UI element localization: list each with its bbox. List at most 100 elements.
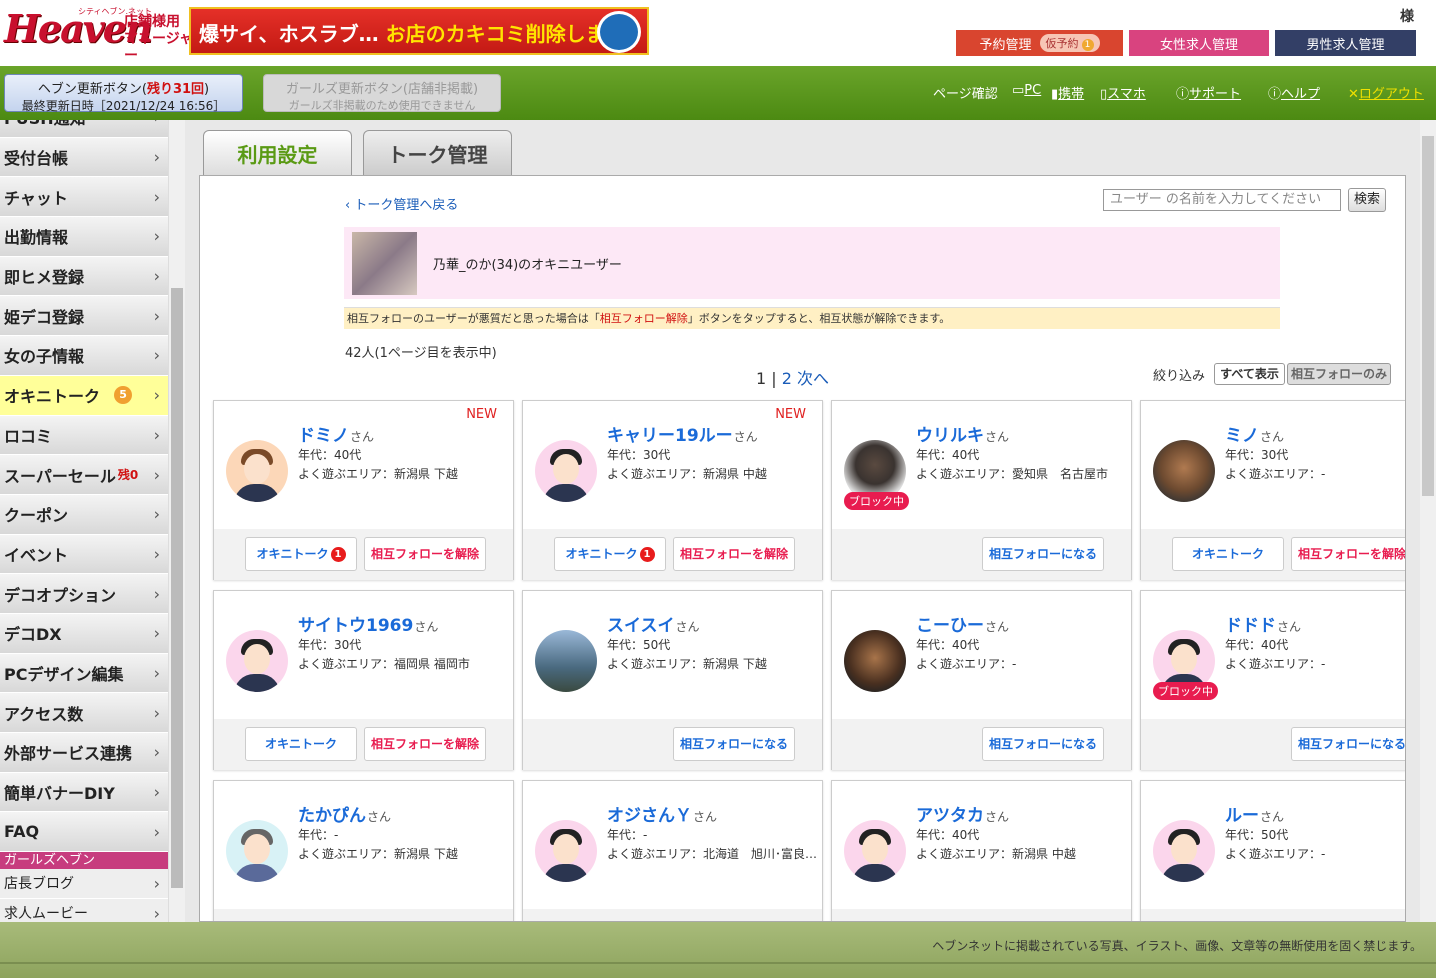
sidebar-item-push[interactable]: PUSH通知 › bbox=[0, 120, 168, 138]
sidebar-scroll-thumb[interactable] bbox=[171, 288, 183, 888]
sidebar-item-label: PUSH通知 bbox=[4, 120, 86, 129]
reservation-button[interactable]: 予約管理 仮予約 1 bbox=[956, 30, 1123, 56]
age-value: 40代 bbox=[952, 638, 980, 652]
chevron-right-icon: › bbox=[153, 425, 160, 445]
card-name[interactable]: ミノさん bbox=[1225, 421, 1284, 446]
card-name-text: こーひー bbox=[916, 616, 984, 636]
card-name[interactable]: スイスイさん bbox=[607, 611, 700, 636]
sidebar-item-access[interactable]: アクセス数 › bbox=[0, 693, 168, 733]
chevron-right-icon: › bbox=[153, 266, 160, 286]
remaining-count: 残り31回 bbox=[146, 82, 205, 97]
sidebar-scrollbar[interactable] bbox=[168, 120, 185, 922]
unfollow-button[interactable]: 相互フォローを解除 bbox=[1291, 537, 1405, 571]
ad-banner[interactable]: 爆サイ、ホスラブ… お店のカキコミ削除します! bbox=[189, 7, 649, 55]
card-area: よく遊ぶエリア：- bbox=[1225, 655, 1325, 672]
sidebar-item-bannerdiy[interactable]: 簡単バナーDIY › bbox=[0, 772, 168, 813]
follow-button[interactable]: 相互フォローになる bbox=[673, 727, 795, 761]
card-footer bbox=[1141, 909, 1405, 921]
nav-pc[interactable]: ▭PC bbox=[1012, 83, 1041, 98]
age-prefix: 年代： bbox=[607, 828, 644, 842]
nav-mobile-link[interactable]: 携帯 bbox=[1058, 87, 1084, 102]
sidebar-item-label: イベント bbox=[4, 545, 69, 565]
nav-logout[interactable]: ✕ログアウト bbox=[1348, 83, 1424, 102]
card-name[interactable]: キャリー19ルーさん bbox=[607, 421, 758, 446]
main-scrollbar[interactable] bbox=[1420, 120, 1436, 922]
nav-smartphone-link[interactable]: スマホ bbox=[1107, 87, 1146, 102]
unfollow-button[interactable]: 相互フォローを解除 bbox=[364, 727, 486, 761]
okinitalk-button[interactable]: オキニトーク bbox=[1172, 537, 1284, 571]
search-input[interactable]: ユーザー の名前を入力してください bbox=[1103, 189, 1341, 211]
card-name[interactable]: ドドドさん bbox=[1225, 611, 1301, 636]
card-name[interactable]: たかぴんさん bbox=[298, 801, 391, 826]
nav-support-link[interactable]: サポート bbox=[1189, 87, 1241, 102]
sidebar-item-coupon[interactable]: クーポン › bbox=[0, 494, 168, 535]
nav-help[interactable]: ⓘヘルプ bbox=[1268, 83, 1320, 102]
chevron-right-icon: › bbox=[153, 385, 160, 405]
user-card: NEW ドミノさん 年代：40代 よく遊ぶエリア：新潟県 下越 オキニトーク 1 … bbox=[213, 400, 514, 580]
nav-mobile[interactable]: ▮携帯 bbox=[1051, 83, 1084, 102]
sidebar-item-chat[interactable]: チャット › bbox=[0, 177, 168, 218]
sidebar-item-okinitalk[interactable]: オキニトーク 5 › bbox=[0, 375, 168, 416]
filter-all-button[interactable]: すべて表示 bbox=[1214, 363, 1285, 385]
sidebar-item-attendance[interactable]: 出勤情報 › bbox=[0, 217, 168, 257]
nav-logout-link[interactable]: ログアウト bbox=[1359, 87, 1424, 102]
pager-page-2[interactable]: 2 bbox=[782, 369, 792, 388]
sidebar-item-supersale[interactable]: スーパーセール 残0 › bbox=[0, 455, 168, 495]
chevron-right-icon: › bbox=[153, 874, 160, 894]
card-name[interactable]: アツタカさん bbox=[916, 801, 1009, 826]
unfollow-button[interactable]: 相互フォローを解除 bbox=[364, 537, 486, 571]
heaven-update-button[interactable]: ヘブン更新ボタン(残り31回) 最終更新日時［2021/12/24 16:56］ bbox=[4, 74, 243, 113]
sidebar-item-external[interactable]: 外部サービス連携 › bbox=[0, 733, 168, 773]
sidebar-item-blog[interactable]: 店長ブログ › bbox=[0, 869, 168, 900]
filter-mutual-button[interactable]: 相互フォローのみ bbox=[1287, 363, 1391, 385]
okinitalk-button[interactable]: オキニトーク 1 bbox=[554, 537, 666, 571]
sidebar-item-recruit-movie[interactable]: 求人ムービー › bbox=[0, 899, 168, 922]
san-suffix: さん bbox=[1277, 620, 1302, 634]
card-name[interactable]: ウリルキさん bbox=[916, 421, 1009, 446]
card-name[interactable]: オジさんＹさん bbox=[607, 801, 717, 826]
card-age: 年代：40代 bbox=[916, 826, 979, 843]
card-name[interactable]: ルーさん bbox=[1225, 801, 1284, 826]
sidebar-item-decooption[interactable]: デコオプション › bbox=[0, 574, 168, 614]
unfollow-button[interactable]: 相互フォローを解除 bbox=[673, 537, 795, 571]
avatar bbox=[535, 630, 597, 692]
card-area: よく遊ぶエリア：福岡県 福岡市 bbox=[298, 655, 470, 672]
sidebar-item-faq[interactable]: FAQ › bbox=[0, 812, 168, 853]
tab-talk-management[interactable]: トーク管理 bbox=[363, 130, 512, 175]
area-prefix: よく遊ぶエリア： bbox=[1225, 467, 1322, 481]
card-footer: 相互フォローになる bbox=[1141, 719, 1405, 770]
sidebar-item-event[interactable]: イベント › bbox=[0, 534, 168, 575]
tab-usage-settings[interactable]: 利用設定 bbox=[203, 130, 352, 175]
user-card: ブロック中 ウリルキさん 年代：40代 よく遊ぶエリア：愛知県 名古屋市 相互フ… bbox=[831, 400, 1132, 580]
main-scroll-thumb[interactable] bbox=[1422, 136, 1434, 496]
san-suffix: さん bbox=[367, 810, 392, 824]
help-icon: ⓘ bbox=[1268, 87, 1282, 102]
sidebar-item-review[interactable]: ロコミ › bbox=[0, 415, 168, 456]
okinitalk-button[interactable]: オキニトーク 1 bbox=[245, 537, 357, 571]
sidebar-item-reception[interactable]: 受付台帳 › bbox=[0, 137, 168, 178]
sidebar-item-pcdesign[interactable]: PCデザイン編集 › bbox=[0, 653, 168, 694]
follow-button[interactable]: 相互フォローになる bbox=[982, 537, 1104, 571]
female-recruit-button[interactable]: 女性求人管理 bbox=[1129, 30, 1269, 56]
follow-button[interactable]: 相互フォローになる bbox=[1291, 727, 1405, 761]
footer: ヘブンネットに掲載されている写真、イラスト、画像、文章等の無断使用を固く禁じます… bbox=[0, 922, 1436, 978]
male-recruit-button[interactable]: 男性求人管理 bbox=[1275, 30, 1416, 56]
okinitalk-button[interactable]: オキニトーク bbox=[245, 727, 357, 761]
nav-help-link[interactable]: ヘルプ bbox=[1281, 87, 1320, 102]
card-name[interactable]: サイトウ1969さん bbox=[298, 611, 438, 636]
nav-pc-link[interactable]: PC bbox=[1024, 83, 1041, 98]
card-name[interactable]: こーひーさん bbox=[916, 611, 1009, 636]
search-button[interactable]: 検索 bbox=[1348, 188, 1386, 212]
sidebar-item-himedeco[interactable]: 姫デコ登録 › bbox=[0, 296, 168, 337]
sidebar-item-girls[interactable]: 女の子情報 › bbox=[0, 336, 168, 376]
nav-smartphone[interactable]: ▯スマホ bbox=[1100, 83, 1146, 102]
heaven-logo[interactable]: Heaven シティヘブン.ネット 店舗様用 マネージャー bbox=[4, 6, 193, 64]
nav-support[interactable]: ⓘサポート bbox=[1176, 83, 1241, 102]
chevron-right-icon: › bbox=[153, 663, 160, 683]
back-link[interactable]: ‹ トーク管理へ戻る bbox=[345, 194, 458, 213]
pager-next[interactable]: 次へ bbox=[797, 369, 829, 388]
sidebar-item-decodx[interactable]: デコDX › bbox=[0, 613, 168, 654]
follow-button[interactable]: 相互フォローになる bbox=[982, 727, 1104, 761]
card-name[interactable]: ドミノさん bbox=[298, 421, 374, 446]
sidebar-item-sokuhime[interactable]: 即ヒメ登録 › bbox=[0, 256, 168, 297]
